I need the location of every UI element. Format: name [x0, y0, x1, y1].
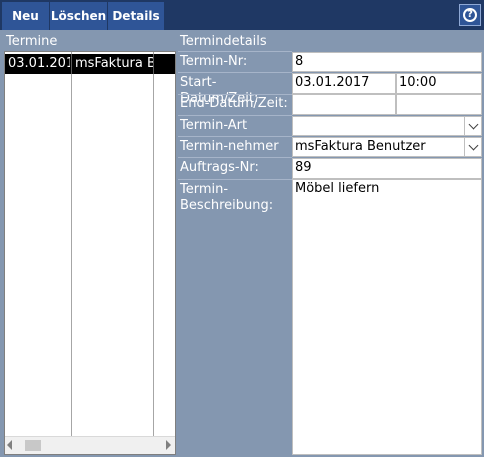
horizontal-scrollbar[interactable] — [5, 436, 175, 454]
new-button[interactable]: Neu — [2, 2, 50, 30]
chevron-down-icon — [468, 140, 478, 150]
cell-divider — [71, 54, 72, 74]
auftrags-nr-field[interactable]: 89 — [292, 158, 482, 179]
appointment-details-panel: Termindetails Termin-Nr: 8 Start-Datum/Z… — [178, 30, 484, 457]
divider — [178, 51, 292, 52]
list-item-date: 03.01.2017 — [8, 56, 70, 71]
help-icon: ? — [463, 8, 477, 22]
list-item[interactable]: 03.01.2017 msFaktura Be — [5, 54, 175, 74]
termin-nehmer-label: Termin-nehmer — [180, 139, 279, 154]
scrollbar-thumb[interactable] — [25, 440, 41, 451]
list-item-user: msFaktura Be — [75, 56, 153, 71]
appointments-list-panel: Termine 03.01.2017 msFaktura Be — [0, 30, 178, 457]
termin-nehmer-value: msFaktura Benutzer — [295, 139, 426, 154]
cell-divider — [153, 54, 154, 74]
scroll-left-icon[interactable] — [7, 440, 12, 450]
auftrags-nr-label: Auftrags-Nr: — [180, 160, 259, 175]
end-datetime-label: End-Datum/Zeit: — [180, 96, 288, 111]
column-divider — [153, 52, 154, 436]
appointments-list-header: Termine — [6, 34, 58, 49]
toolbar: Neu Löschen Details ? — [0, 0, 484, 30]
divider — [178, 179, 292, 180]
divider — [178, 136, 292, 137]
termin-nehmer-select[interactable]: msFaktura Benutzer — [292, 137, 482, 157]
termin-art-label: Termin-Art — [180, 118, 248, 133]
details-button[interactable]: Details — [108, 2, 165, 30]
termin-art-dropdown-button[interactable] — [464, 117, 481, 135]
scroll-right-icon[interactable] — [166, 440, 171, 450]
column-divider — [71, 52, 72, 436]
end-date-field[interactable] — [292, 94, 396, 115]
beschreibung-label: Termin-Beschreibung: — [180, 182, 274, 213]
termin-nr-field[interactable]: 8 — [292, 52, 482, 72]
delete-button[interactable]: Löschen — [50, 2, 108, 30]
divider — [178, 72, 292, 73]
start-date-field[interactable]: 03.01.2017 — [292, 73, 396, 94]
divider — [178, 94, 292, 95]
termin-art-select[interactable] — [292, 116, 482, 136]
beschreibung-textarea[interactable]: Möbel liefern — [292, 179, 482, 455]
start-time-field[interactable]: 10:00 — [396, 73, 482, 94]
end-time-field[interactable] — [396, 94, 482, 115]
help-button[interactable]: ? — [459, 4, 481, 26]
divider — [178, 115, 292, 116]
termin-nr-label: Termin-Nr: — [180, 54, 248, 69]
appointments-list[interactable]: 03.01.2017 msFaktura Be — [4, 51, 176, 455]
divider — [178, 157, 292, 158]
termin-nehmer-dropdown-button[interactable] — [464, 138, 481, 156]
details-header: Termindetails — [180, 34, 267, 49]
chevron-down-icon — [468, 119, 478, 129]
